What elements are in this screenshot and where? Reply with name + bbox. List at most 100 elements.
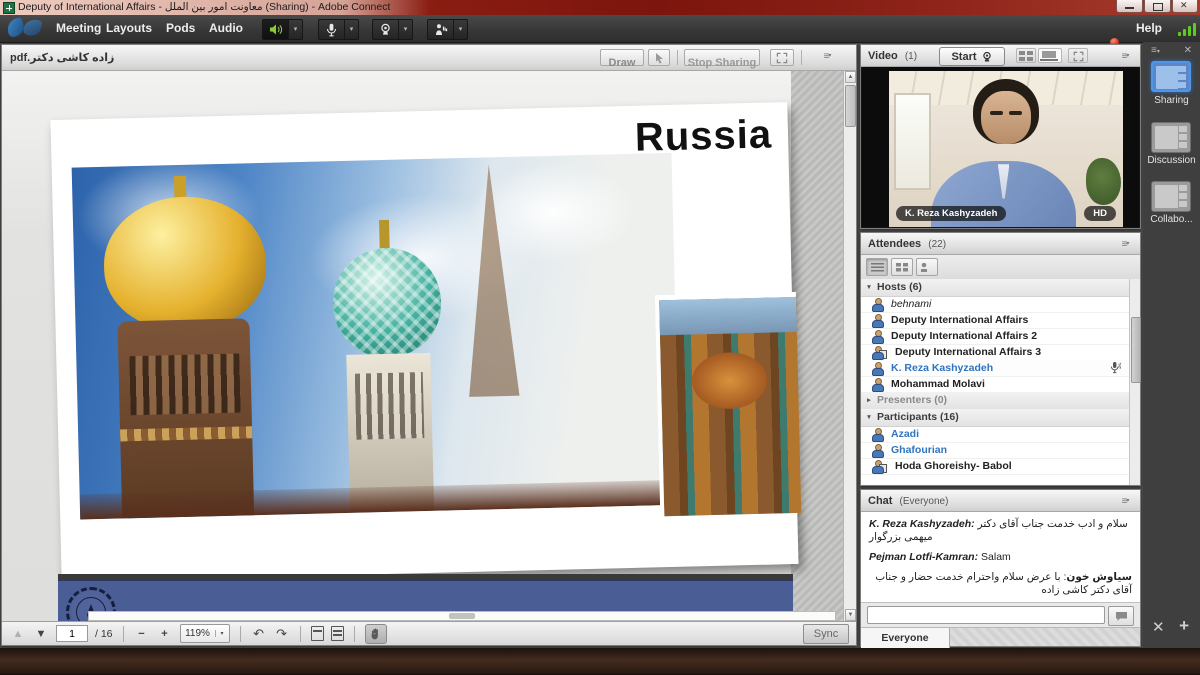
zoom-level-value: 119%	[181, 628, 215, 639]
sync-button[interactable]: Sync	[803, 624, 849, 644]
vertical-scrollbar[interactable]: ▲ ▼	[843, 71, 856, 621]
vertical-scroll-thumb[interactable]	[845, 85, 856, 127]
webcam-dropdown[interactable]: ▾	[399, 19, 413, 40]
collapse-icon: ►	[861, 392, 877, 409]
attendees-count: (22)	[928, 239, 946, 250]
menu-layouts[interactable]: Layouts	[100, 15, 158, 42]
attendee-name: Mohammad Molavi	[891, 376, 985, 392]
menu-audio[interactable]: Audio	[203, 15, 249, 42]
attendees-pod-header: Attendees (22) ≡▾	[861, 233, 1140, 255]
attendee-name: Ghafourian	[891, 442, 947, 458]
attendee-row[interactable]: Azadi	[861, 426, 1129, 443]
layout-collaboration-thumb[interactable]	[1151, 181, 1191, 212]
zoom-out-button[interactable]: −	[134, 626, 150, 642]
app-icon	[3, 2, 15, 14]
list-view-button[interactable]	[866, 258, 888, 276]
close-button[interactable]: ✕	[1172, 0, 1198, 13]
horizontal-scroll-thumb[interactable]	[449, 613, 475, 619]
group-participants[interactable]: ▼Participants (16)	[861, 409, 1129, 427]
horizontal-scrollbar[interactable]	[88, 611, 836, 621]
chat-input-row	[861, 602, 1140, 628]
pointer-tool-button[interactable]	[648, 49, 670, 66]
share-pod-menu-icon[interactable]: ≡▾	[816, 48, 838, 64]
attendee-name: behnami	[891, 296, 931, 312]
attendee-row[interactable]: Deputy International Affairs	[861, 312, 1129, 329]
chat-pod-menu-icon[interactable]: ≡▾	[1114, 493, 1136, 509]
adobe-connect-logo-icon	[22, 17, 43, 38]
add-layout-icon[interactable]: +	[1179, 616, 1189, 636]
video-pod-menu-icon[interactable]: ≡▾	[1114, 48, 1136, 64]
fullscreen-button[interactable]	[770, 49, 794, 66]
menu-meeting[interactable]: Meeting	[50, 15, 107, 42]
layoutbar-menu-icon[interactable]: ≡▾	[1151, 45, 1160, 56]
page-number-input[interactable]	[56, 625, 88, 642]
cathedral-photo	[72, 153, 680, 520]
attendees-pod-menu-icon[interactable]: ≡▾	[1114, 236, 1136, 252]
attendee-row[interactable]: Hoda Ghoreishy- Babol	[861, 458, 1129, 475]
dome-finial	[379, 220, 389, 252]
filmstrip-view-icon[interactable]	[1038, 48, 1062, 63]
chat-bubble-icon	[1115, 611, 1128, 622]
attendee-row[interactable]: Mohammad Molavi	[861, 376, 1129, 393]
maximize-button[interactable]	[1144, 0, 1171, 13]
pan-tool-button[interactable]	[365, 624, 387, 644]
webcam-button[interactable]: ▾	[372, 19, 413, 38]
chat-input[interactable]	[867, 606, 1105, 624]
start-webcam-button[interactable]: Start	[939, 47, 1005, 66]
collapse-icon: ▼	[861, 409, 877, 426]
grid-view-button[interactable]	[891, 258, 913, 276]
attendee-row[interactable]: Deputy International Affairs 3	[861, 344, 1129, 361]
speaker-dropdown[interactable]: ▾	[289, 19, 303, 40]
attendees-title: Attendees	[868, 238, 921, 250]
close-layout-icon[interactable]: ✕	[1152, 618, 1165, 636]
attendee-avatar-icon	[871, 444, 883, 456]
status-view-button[interactable]	[916, 258, 938, 276]
tab-everyone[interactable]: Everyone	[861, 628, 950, 649]
next-page-button[interactable]: ▼	[33, 626, 49, 642]
attendees-list: ▼Hosts (6) behnami Deputy International …	[861, 279, 1140, 485]
attendees-scroll-thumb[interactable]	[1131, 317, 1141, 383]
help-menu[interactable]: Help	[1136, 15, 1162, 42]
rotate-right-button[interactable]: ↷	[274, 626, 290, 642]
chat-send-button[interactable]	[1108, 606, 1134, 626]
attendee-row[interactable]: Deputy International Affairs 2	[861, 328, 1129, 345]
raise-hand-dropdown[interactable]: ▾	[454, 19, 468, 40]
grid-view-icon[interactable]	[1016, 48, 1036, 63]
window	[894, 93, 931, 190]
scroll-down-arrow[interactable]: ▼	[845, 609, 856, 621]
menu-pods[interactable]: Pods	[160, 15, 201, 42]
microphone-icon	[318, 19, 345, 40]
draw-button[interactable]: Draw	[600, 49, 644, 66]
video-pod-header: Video (1) Start ≡▾	[861, 45, 1140, 67]
raise-hand-button[interactable]: ▾	[427, 19, 468, 38]
previous-page-button[interactable]: ▲	[10, 626, 26, 642]
attendee-name: Azadi	[891, 426, 919, 442]
fit-page-button[interactable]	[311, 626, 324, 641]
attendee-avatar-icon	[871, 428, 883, 440]
attendees-scrollbar[interactable]	[1129, 279, 1140, 485]
attendee-row[interactable]: behnami	[861, 296, 1129, 313]
connection-signal-icon	[1188, 26, 1191, 36]
zoom-level-select[interactable]: 119% ▾	[180, 624, 230, 643]
speaker-button[interactable]: ▾	[262, 19, 303, 38]
group-presenters[interactable]: ►Presenters (0)	[861, 392, 1129, 410]
scroll-up-arrow[interactable]: ▲	[845, 71, 856, 83]
layoutbar-close-icon[interactable]: ✕	[1184, 45, 1192, 56]
stop-sharing-button[interactable]: Stop Sharing	[684, 49, 760, 66]
minimize-button[interactable]	[1116, 0, 1143, 13]
group-hosts[interactable]: ▼Hosts (6)	[861, 279, 1129, 297]
rotate-left-button[interactable]: ↶	[251, 626, 267, 642]
layout-discussion-thumb[interactable]	[1151, 122, 1191, 153]
webcam-video: K. Reza Kashyzadeh HD	[889, 71, 1123, 227]
video-fullscreen-icon[interactable]	[1068, 48, 1088, 63]
zoom-in-button[interactable]: +	[157, 626, 173, 642]
video-pod: Video (1) Start ≡▾	[860, 44, 1141, 229]
windows-taskbar: e W EN ▲ 05:09 ب.ظ	[0, 648, 1200, 675]
microphone-button[interactable]: ▾	[318, 19, 359, 38]
microphone-dropdown[interactable]: ▾	[345, 19, 359, 40]
attendee-row[interactable]: Ghafourian	[861, 442, 1129, 459]
collapse-icon: ▼	[861, 279, 877, 296]
layout-sharing-thumb[interactable]	[1151, 61, 1191, 92]
fit-width-button[interactable]	[331, 626, 344, 641]
attendee-row[interactable]: K. Reza Kashyzadeh	[861, 360, 1129, 377]
